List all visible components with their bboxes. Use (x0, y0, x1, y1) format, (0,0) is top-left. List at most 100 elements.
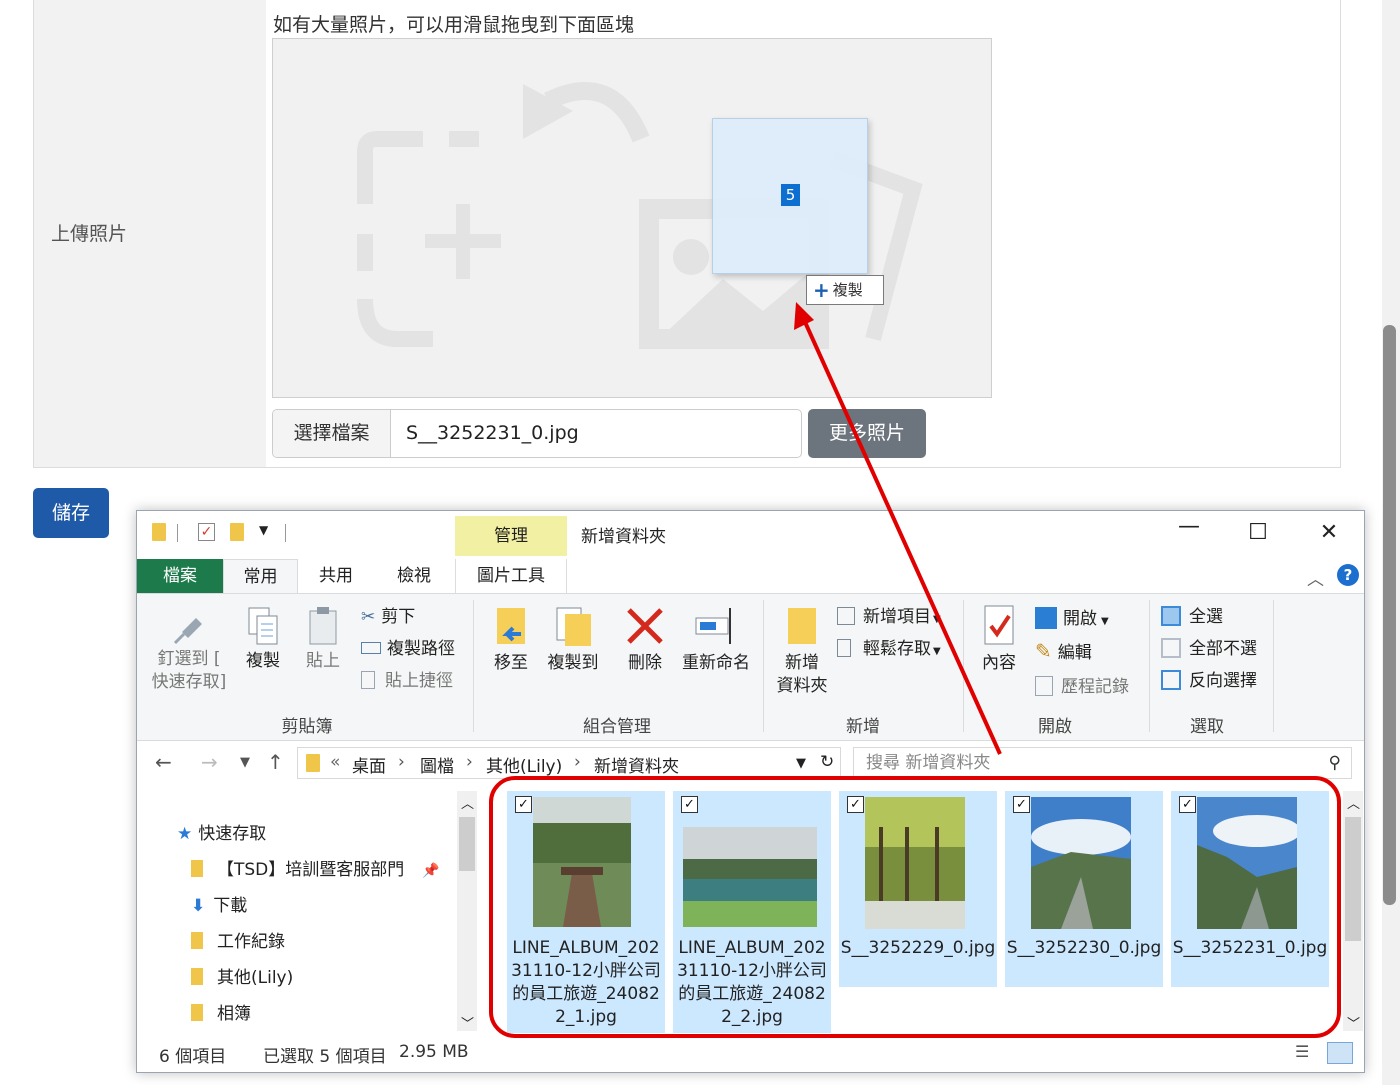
ribbon-divider (1149, 600, 1150, 732)
pin-icon: 📌 (422, 863, 440, 879)
more-photos-button[interactable]: 更多照片 (808, 409, 926, 458)
open-label: 開啟 (1063, 609, 1097, 629)
breadcrumb-new-folder[interactable]: 新增資料夾 (594, 752, 679, 777)
tab-picture-tools[interactable]: 圖片工具 (455, 559, 567, 593)
selection-highlight-box (489, 776, 1341, 1038)
open-button[interactable]: 開啟 ▼ (1035, 604, 1109, 629)
breadcrumb-separator-icon[interactable]: › (574, 752, 581, 772)
properties-check-icon[interactable]: ✓ (198, 523, 215, 541)
choose-file-button[interactable]: 選擇檔案 (273, 410, 391, 457)
scroll-up-icon[interactable]: ︿ (1347, 793, 1360, 812)
invert-selection-button[interactable]: 反向選擇 (1161, 666, 1257, 691)
nav-item-tsd[interactable]: 【TSD】培訓暨客服部門 📌 (191, 855, 440, 880)
status-bar: 6 個項目 已選取 5 個項目 2.95 MB ☰ (137, 1038, 1364, 1072)
breadcrumb-overflow[interactable]: « (330, 752, 340, 772)
file-pane-scroll-thumb[interactable] (1345, 817, 1361, 941)
customize-dropdown-icon[interactable]: ▼ (259, 523, 268, 537)
recent-locations-icon[interactable]: ▼ (240, 755, 250, 770)
back-arrow-icon[interactable]: ← (155, 750, 172, 774)
new-item-button[interactable]: 新增項目 ▼ (837, 602, 941, 627)
ribbon-divider (1273, 600, 1274, 732)
maximize-icon[interactable]: ☐ (1243, 520, 1273, 545)
search-input[interactable]: 搜尋 新增資料夾 ⚲ (853, 747, 1352, 779)
item-count: 6 個項目 (159, 1047, 227, 1067)
paste-button[interactable]: 貼上 (297, 606, 349, 673)
clipboard-icon (309, 607, 337, 645)
scroll-down-icon[interactable]: ﹀ (461, 1013, 474, 1032)
select-none-label: 全部不選 (1189, 639, 1257, 659)
rename-button[interactable]: 重新命名 (677, 604, 755, 675)
new-folder-quick-icon[interactable] (230, 523, 244, 541)
nav-item-other-lily[interactable]: 其他(Lily) (191, 963, 293, 988)
nav-pane-scroll-thumb[interactable] (459, 817, 475, 871)
move-to-button[interactable]: 移至 (483, 604, 539, 675)
tab-share[interactable]: 共用 (305, 559, 367, 593)
breadcrumb-other-lily[interactable]: 其他(Lily) (486, 752, 562, 777)
file-pane-scrollbar[interactable]: ︿ ﹀ (1343, 791, 1363, 1032)
paste-shortcut-button[interactable]: 貼上捷徑 (361, 666, 453, 691)
breadcrumb-desktop[interactable]: 桌面 (352, 752, 386, 777)
large-icons-view-icon[interactable] (1327, 1042, 1353, 1064)
nav-item-albums[interactable]: 相簿 (191, 999, 251, 1024)
breadcrumb-images[interactable]: 圖檔 (420, 752, 454, 777)
details-view-icon[interactable]: ☰ (1295, 1042, 1309, 1061)
new-folder-button[interactable]: 新增 資料夾 (769, 604, 835, 698)
address-bar[interactable]: « 桌面 › 圖檔 › 其他(Lily) › 新增資料夾 ▼ ↻ (297, 747, 841, 779)
invert-selection-label: 反向選擇 (1189, 671, 1257, 691)
edit-pencil-icon: ✎ (1035, 639, 1052, 663)
ribbon-tabs: 檔案 常用 共用 檢視 圖片工具 ︿ ? (137, 557, 1364, 593)
star-icon: ★ (177, 824, 193, 844)
tab-home[interactable]: 常用 (223, 559, 298, 593)
download-arrow-icon: ⬇ (191, 896, 206, 916)
tab-view[interactable]: 檢視 (383, 559, 445, 593)
tab-file[interactable]: 檔案 (137, 559, 223, 593)
copy-to-button[interactable]: 複製到 (541, 604, 605, 675)
address-dropdown-icon[interactable]: ▼ (796, 756, 806, 771)
nav-item-downloads[interactable]: ⬇ 下載 (191, 891, 247, 916)
toolbar-divider (177, 524, 178, 542)
history-button[interactable]: 歷程記錄 (1035, 672, 1129, 697)
close-icon[interactable]: ✕ (1314, 520, 1344, 545)
forward-arrow-icon[interactable]: → (201, 750, 218, 774)
folder-icon (152, 523, 166, 541)
save-button[interactable]: 儲存 (33, 488, 109, 538)
ribbon-divider (473, 600, 474, 732)
history-label: 歷程記錄 (1061, 677, 1129, 697)
copy-path-button[interactable]: 複製路徑 (361, 634, 455, 659)
properties-button[interactable]: 內容 (971, 604, 1027, 675)
nav-item-label: 下載 (213, 896, 248, 916)
pin-quick-access-button[interactable]: 釘選到 [ 快速存取] (143, 608, 235, 694)
nav-item-work-log[interactable]: 工作紀錄 (191, 927, 285, 952)
folder-icon (306, 754, 320, 772)
scroll-down-icon[interactable]: ﹀ (1347, 1013, 1360, 1032)
select-all-button[interactable]: 全選 (1161, 602, 1223, 627)
select-none-button[interactable]: 全部不選 (1161, 634, 1257, 659)
collapse-ribbon-icon[interactable]: ︿ (1307, 565, 1324, 590)
breadcrumb-separator-icon[interactable]: › (466, 752, 473, 772)
delete-button[interactable]: 刪除 (617, 604, 673, 675)
help-icon[interactable]: ? (1337, 564, 1359, 586)
up-arrow-icon[interactable]: ↑ (267, 750, 284, 774)
breadcrumb-separator-icon[interactable]: › (398, 752, 405, 772)
search-icon[interactable]: ⚲ (1329, 748, 1341, 778)
scroll-up-icon[interactable]: ︿ (461, 793, 474, 812)
easy-access-button[interactable]: 輕鬆存取 ▼ (837, 634, 941, 659)
pin-icon (173, 618, 202, 644)
chosen-file-name: S__3252231_0.jpg (406, 422, 579, 444)
folder-icon (191, 968, 203, 985)
photo-drop-zone[interactable] (272, 38, 992, 398)
minimize-icon[interactable]: — (1174, 514, 1204, 539)
easy-access-icon (837, 639, 851, 657)
refresh-icon[interactable]: ↻ (820, 752, 834, 772)
cut-button[interactable]: ✂ 剪下 (361, 602, 415, 627)
nav-quick-access[interactable]: ★ 快速存取 (177, 819, 266, 844)
page-scrollbar-thumb[interactable] (1383, 325, 1396, 905)
edit-button[interactable]: ✎ 編輯 (1035, 638, 1092, 663)
tab-manage[interactable]: 管理 (455, 516, 567, 556)
nav-pane-scrollbar[interactable]: ︿ ﹀ (457, 791, 477, 1032)
selected-count: 已選取 5 個項目 (263, 1047, 387, 1067)
copy-to-label: 複製到 (547, 653, 599, 673)
copy-button[interactable]: 複製 (237, 606, 289, 673)
form-label-cell: 上傳照片 (34, 0, 266, 467)
ribbon-divider (763, 600, 764, 732)
